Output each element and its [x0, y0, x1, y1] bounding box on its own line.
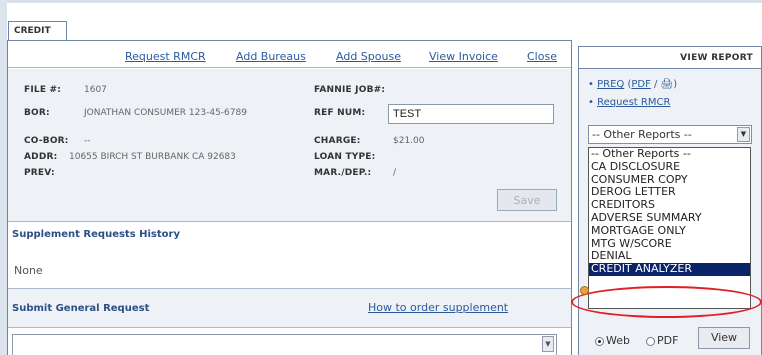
radio-web-icon[interactable] — [595, 336, 604, 346]
borrower-value: JONATHAN CONSUMER 123-45-6789 — [84, 108, 247, 118]
dropdown-option[interactable]: MORTGAGE ONLY — [589, 225, 750, 238]
annotation-circle — [571, 286, 762, 318]
preq-item: • PREQ (PDF / 🖨) — [588, 79, 677, 90]
radio-web-option[interactable]: Web — [595, 334, 630, 347]
file-value: 1607 — [84, 85, 107, 95]
address-value: 10655 BIRCH ST BURBANK CA 92683 — [69, 152, 236, 162]
file-label: FILE #: — [24, 85, 62, 95]
ref-num-label: REF NUM: — [314, 108, 366, 118]
print-icon[interactable]: 🖨 — [661, 79, 674, 90]
scroll-down-icon[interactable]: ▼ — [542, 336, 554, 352]
add-spouse-link[interactable]: Add Spouse — [336, 50, 401, 63]
ref-num-input[interactable] — [388, 104, 554, 124]
radio-pdf-label: PDF — [657, 334, 679, 347]
loan-type-label: LOAN TYPE: — [314, 152, 376, 162]
dropdown-option[interactable]: CREDIT ANALYZER — [589, 263, 750, 276]
add-bureaus-link[interactable]: Add Bureaus — [236, 50, 306, 63]
other-reports-select[interactable]: -- Other Reports -- — [588, 125, 752, 144]
help-icon[interactable] — [580, 286, 589, 295]
request-rmcr-link[interactable]: Request RMCR — [125, 50, 206, 63]
top-border — [0, 0, 762, 3]
dropdown-option[interactable]: CONSUMER COPY — [589, 174, 750, 187]
pdf-paren-close: ) — [673, 79, 678, 90]
borrower-label: BOR: — [24, 108, 50, 118]
view-report-header: VIEW REPORT — [579, 47, 761, 69]
coborrower-label: CO-BOR: — [24, 136, 69, 146]
dropdown-option[interactable]: DEROG LETTER — [589, 186, 750, 199]
marital-dep-label: MAR./DEP.: — [314, 168, 372, 178]
supplement-history-title: Supplement Requests History — [12, 229, 180, 240]
save-button[interactable]: Save — [497, 189, 557, 211]
previous-label: PREV: — [24, 168, 55, 178]
tab-credit[interactable]: CREDIT — [8, 21, 67, 41]
how-to-order-supplement-link[interactable]: How to order supplement — [368, 301, 508, 314]
view-invoice-link[interactable]: View Invoice — [429, 50, 498, 63]
bullet-dot: • — [588, 97, 594, 108]
preq-link[interactable]: PREQ — [597, 79, 624, 90]
general-request-textarea[interactable] — [12, 334, 557, 355]
pdf-link[interactable]: PDF — [631, 79, 650, 90]
bullet-dot: • — [588, 79, 594, 90]
request-rmcr-item: • Request RMCR — [588, 97, 670, 108]
charge-label: CHARGE: — [314, 136, 361, 146]
dropdown-option[interactable]: ADVERSE SUMMARY — [589, 212, 750, 225]
side-request-rmcr-link[interactable]: Request RMCR — [597, 97, 670, 108]
supplement-history-value: None — [14, 264, 43, 277]
other-reports-dropdown[interactable]: -- Other Reports -- CA DISCLOSURE CONSUMER… — [588, 147, 751, 309]
radio-pdf-option[interactable]: PDF — [646, 334, 678, 347]
general-request-title: Submit General Request — [12, 303, 150, 314]
section-divider — [8, 327, 571, 328]
coborrower-value: -- — [84, 136, 91, 146]
dropdown-option[interactable]: CREDITORS — [589, 199, 750, 212]
chevron-down-icon[interactable]: ▼ — [737, 127, 750, 142]
charge-value: $21.00 — [393, 136, 425, 146]
marital-dep-value: / — [393, 168, 397, 178]
radio-pdf-icon[interactable] — [646, 336, 655, 346]
radio-web-label: Web — [606, 334, 630, 347]
pdf-separator: / — [650, 79, 661, 90]
dropdown-option[interactable]: MTG W/SCORE — [589, 238, 750, 251]
close-link[interactable]: Close — [527, 50, 557, 63]
fannie-job-label: FANNIE JOB#: — [314, 85, 386, 95]
dropdown-option[interactable]: CA DISCLOSURE — [589, 161, 750, 174]
address-label: ADDR: — [24, 152, 58, 162]
left-edge — [0, 0, 7, 355]
view-button[interactable]: View — [698, 327, 750, 349]
dropdown-option[interactable]: -- Other Reports -- — [589, 148, 750, 161]
dropdown-option[interactable]: DENIAL — [589, 250, 750, 263]
